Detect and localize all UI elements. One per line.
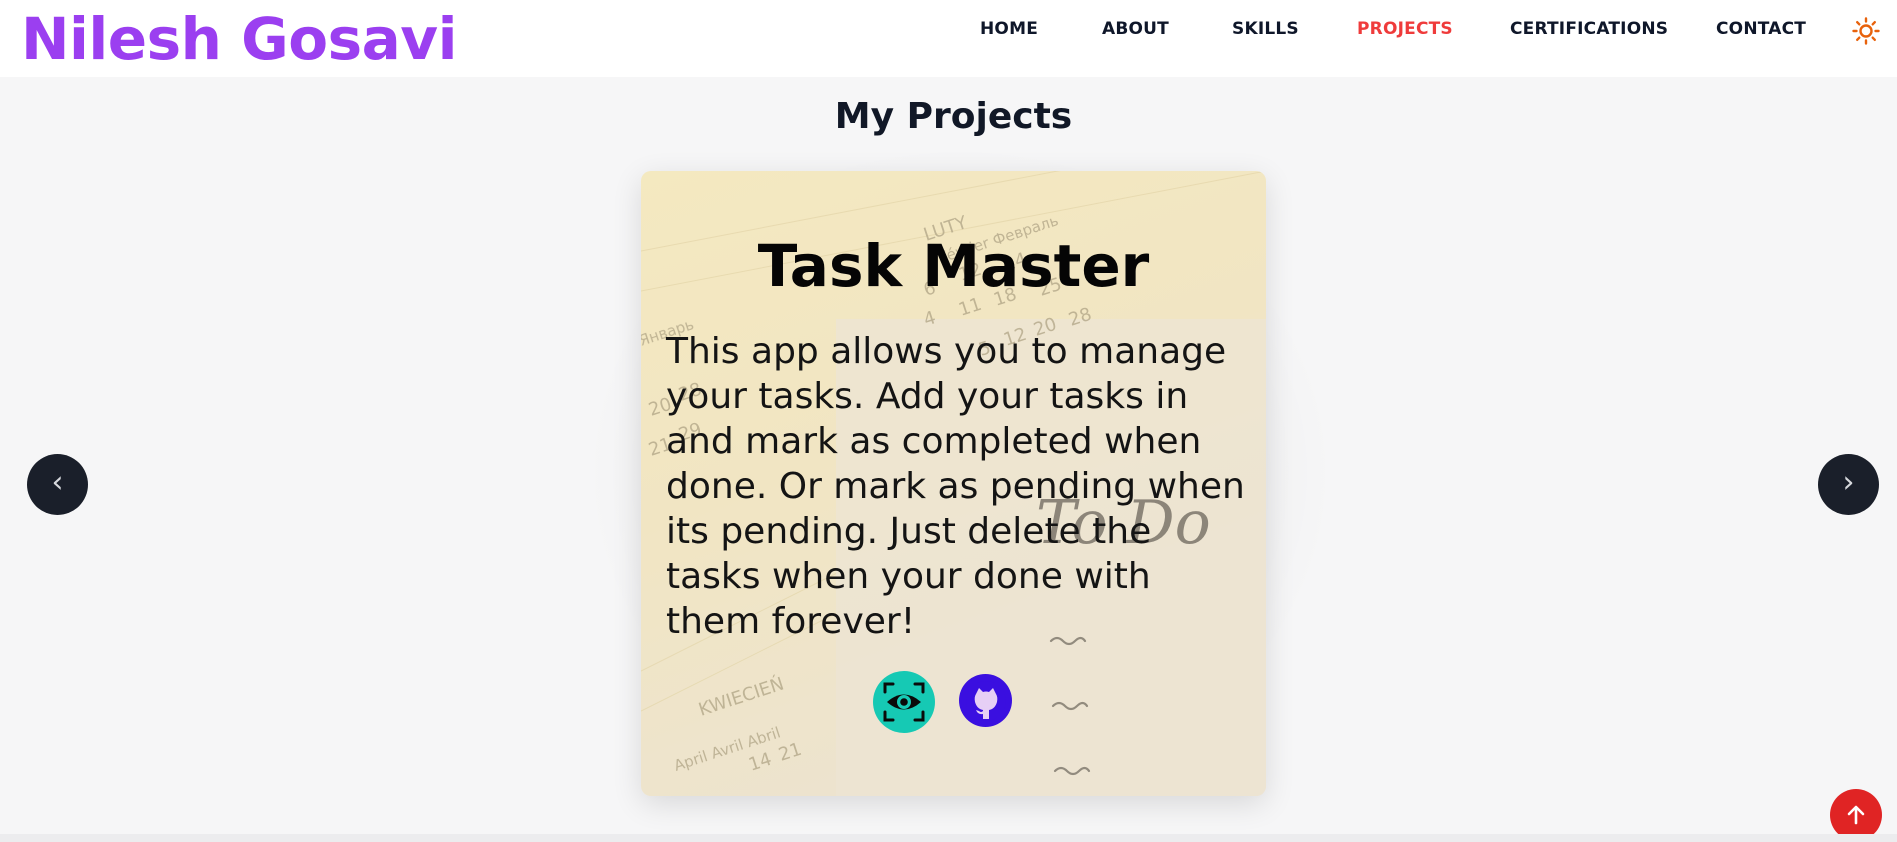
nav-projects[interactable]: PROJECTS (1357, 18, 1453, 40)
page-bottom-edge (0, 834, 1897, 842)
carousel-prev-button[interactable]: ‹ (27, 454, 88, 515)
live-demo-button[interactable] (873, 671, 935, 733)
eye-icon (883, 682, 925, 722)
project-actions (873, 671, 1023, 733)
nav-about[interactable]: ABOUT (1102, 18, 1169, 40)
carousel-next-button[interactable]: › (1818, 454, 1879, 515)
navbar: Nilesh Gosavi HOME ABOUT SKILLS PROJECTS… (0, 0, 1897, 77)
nav-skills[interactable]: SKILLS (1232, 18, 1299, 40)
nav-contact[interactable]: CONTACT (1716, 18, 1806, 40)
theme-toggle-button[interactable] (1851, 16, 1881, 46)
section-title: My Projects (834, 96, 1073, 137)
sun-icon (1852, 17, 1880, 45)
github-button[interactable] (959, 674, 1012, 727)
nav-links: HOME ABOUT SKILLS PROJECTS CERTIFICATION… (0, 0, 1897, 60)
project-title: Task Master (757, 232, 1150, 300)
arrow-up-icon (1847, 805, 1865, 825)
project-card: 6 12 24 4 11 18 25 5 12 20 28 20 28 21 2… (641, 171, 1266, 796)
nav-certifications[interactable]: CERTIFICATIONS (1510, 18, 1668, 40)
project-description: This app allows you to manage your tasks… (666, 331, 1245, 642)
nav-home[interactable]: HOME (980, 18, 1038, 40)
github-icon (965, 680, 1006, 721)
